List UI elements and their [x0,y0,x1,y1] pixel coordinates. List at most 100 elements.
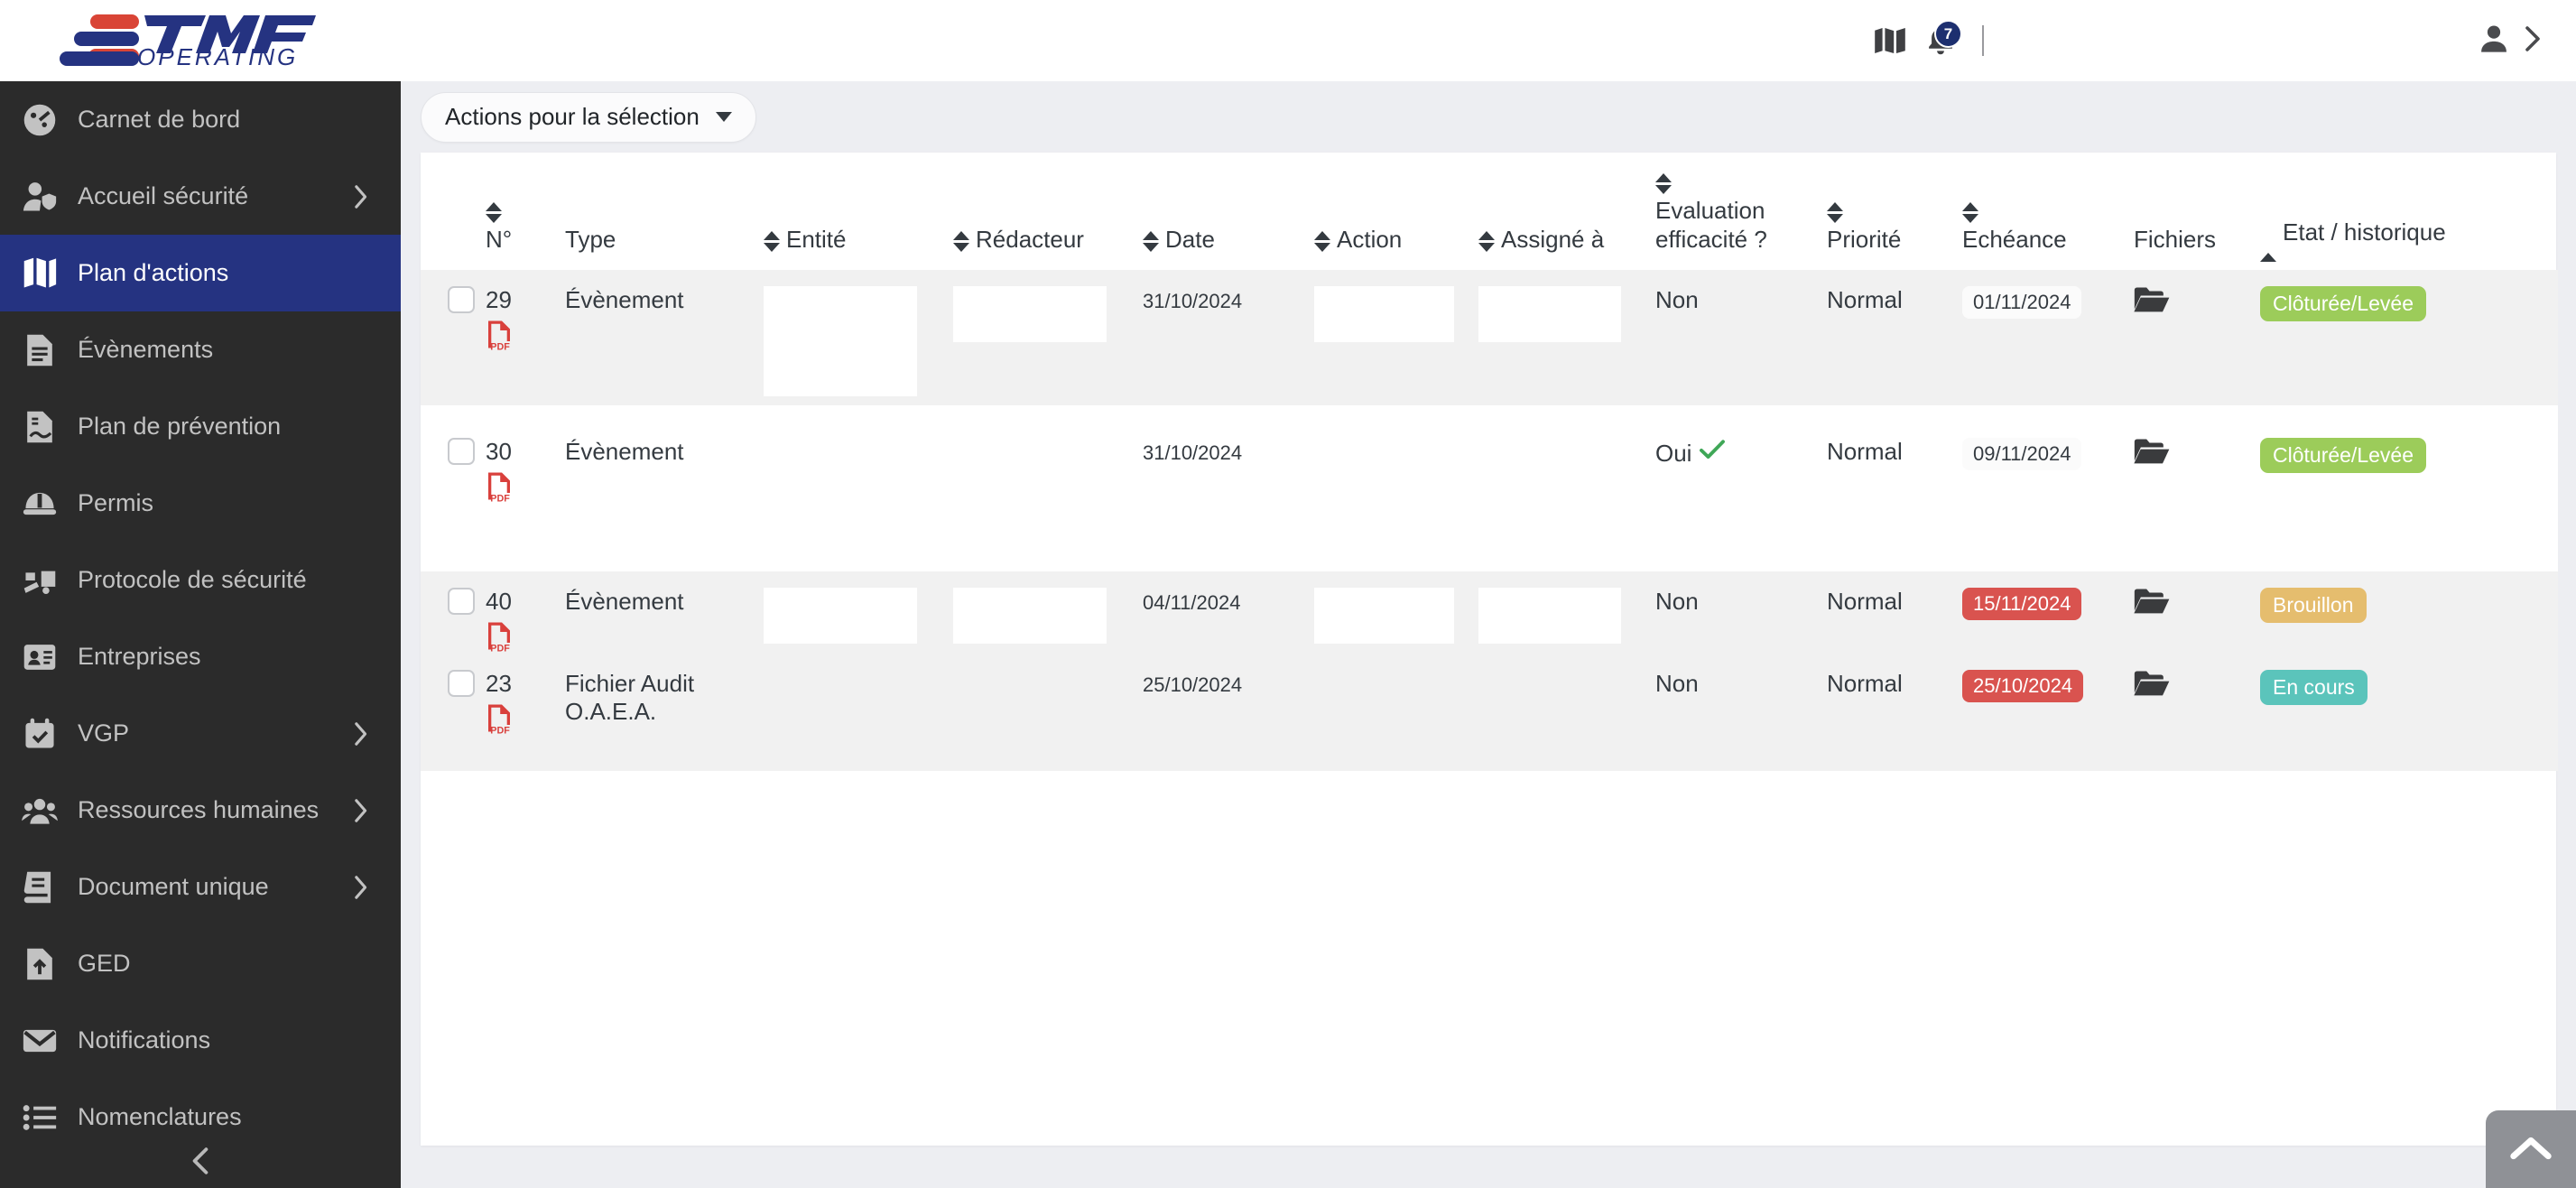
cell-fichiers[interactable] [2134,571,2260,654]
sidebar-item-protocole-de-s-curit[interactable]: Protocole de sécurité [0,542,401,618]
pdf-icon[interactable]: PDF [486,320,513,352]
cell-etat: Brouillon [2260,571,2558,654]
column-header-num[interactable]: N° [486,153,565,270]
echeance-chip: 15/11/2024 [1962,588,2082,620]
table-body: 29 PDF Évènement 31/10/2024 Non Normal 01/11/2… [421,270,2558,771]
sidebar-item-label: Protocole de sécurité [78,566,307,593]
cell-echeance: 01/11/2024 [1962,270,2134,405]
actions-table-card: N° Type Entité Rédacteur Date Action Assigné à… [421,153,2558,1146]
sort-icon[interactable] [1143,230,1159,252]
cell-fichiers[interactable] [2134,422,2260,555]
row-number: 29 [486,286,512,313]
cell-priorite: Normal [1827,270,1962,405]
sidebar-item-nomenclatures[interactable]: Nomenclatures [0,1079,401,1156]
row-select-cell[interactable] [421,422,486,555]
cell-type: Évènement [565,422,764,555]
sidebar-item-plan-de-pr-vention[interactable]: Plan de prévention [0,388,401,465]
table-row[interactable]: 30 PDF Évènement 31/10/2024 Oui Normal 09/11/2… [421,422,2558,555]
sidebar-item-document-unique[interactable]: Document unique [0,849,401,925]
column-header-eval[interactable]: Evaluation efficacité ? [1655,153,1827,270]
sidebar-item-vgp[interactable]: VGP [0,695,401,772]
folder-open-icon[interactable] [2134,438,2170,465]
table-row[interactable]: 40 PDF Évènement 04/11/2024 Non Normal 15/11/2… [421,571,2558,654]
cell-evaluation: Oui [1655,422,1827,555]
row-separator [421,405,2558,422]
sidebar-collapse-button[interactable] [0,1146,401,1175]
sidebar-item-v-nements[interactable]: Évènements [0,311,401,388]
column-header-redac[interactable]: Rédacteur [953,153,1143,270]
sidebar-item-carnet-de-bord[interactable]: Carnet de bord [0,81,401,158]
folder-open-icon[interactable] [2134,286,2170,313]
folder-open-icon[interactable] [2134,588,2170,615]
row-select-cell[interactable] [421,270,486,405]
sort-icon[interactable] [1314,230,1330,252]
cell-assigne [1478,571,1655,654]
column-header-label: Rédacteur [976,225,1084,253]
sort-asc-icon [953,230,969,240]
bulk-actions-dropdown[interactable]: Actions pour la sélection [421,91,756,143]
row-checkbox[interactable] [448,438,475,465]
sidebar-item-label: Ressources humaines [78,796,320,823]
column-header-label: Priorité [1827,225,1902,253]
sidebar-item-ged[interactable]: GED [0,925,401,1002]
sidebar-item-ressources-humaines[interactable]: Ressources humaines [0,772,401,849]
sidebar-item-accueil-s-curit[interactable]: Accueil sécurité [0,158,401,235]
column-header-eche[interactable]: Echéance [1962,153,2134,270]
app-logo[interactable]: OPERATING [0,0,401,81]
cell-number: 23 PDF [486,654,565,771]
column-header-etat[interactable]: Etat / historique [2260,153,2558,270]
pdf-icon[interactable]: PDF [486,471,513,504]
svg-text:PDF: PDF [490,725,510,736]
row-number: 23 [486,670,512,697]
chevron-right-icon [350,875,370,900]
sort-icon[interactable] [953,230,969,252]
pdf-icon[interactable]: PDF [486,703,513,736]
sort-icon[interactable] [1478,230,1495,252]
sort-icon[interactable] [1962,201,1978,223]
row-select-cell[interactable] [421,654,486,771]
redacted-value [953,286,1107,342]
dashboard-icon [20,102,60,138]
sort-asc-icon [1314,230,1330,240]
column-header-prio[interactable]: Priorité [1827,153,1962,270]
sort-icon[interactable] [1827,201,1843,223]
row-select-cell[interactable] [421,571,486,654]
row-checkbox[interactable] [448,670,475,697]
sort-icon[interactable] [764,230,780,252]
column-header-entite[interactable]: Entité [764,153,953,270]
bell-icon[interactable]: 7 [1915,15,1966,66]
cell-fichiers[interactable] [2134,654,2260,771]
cell-action [1314,422,1478,555]
sidebar-item-label: Accueil sécurité [78,182,249,209]
table-row[interactable]: 23 PDF Fichier Audit O.A.E.A. 25/10/2024 Non… [421,654,2558,771]
sidebar-item-entreprises[interactable]: Entreprises [0,618,401,695]
column-header-date[interactable]: Date [1143,153,1314,270]
row-checkbox[interactable] [448,588,475,615]
chevron-right-icon [350,798,370,823]
cell-fichiers[interactable] [2134,270,2260,405]
cell-date: 25/10/2024 [1143,654,1314,771]
cell-assigne [1478,654,1655,771]
row-checkbox[interactable] [448,286,475,313]
scroll-to-top-button[interactable] [2486,1110,2576,1188]
column-header-check [421,153,486,270]
column-header-action[interactable]: Action [1314,153,1478,270]
sort-icon-active[interactable] [2260,226,2276,262]
evaluation-value: Non [1655,670,1699,697]
sort-icon[interactable] [486,201,502,223]
user-menu[interactable] [2479,23,2544,59]
sort-desc-icon [1655,184,1672,194]
folder-open-icon[interactable] [2134,670,2170,697]
document-lines-icon [20,332,60,368]
sort-icon[interactable] [1655,172,1672,194]
id-card-icon [20,639,60,675]
column-header-label: Type [565,225,616,253]
cell-redacteur [953,654,1143,771]
map-icon[interactable] [1865,15,1915,66]
pdf-icon[interactable]: PDF [486,621,513,654]
table-row[interactable]: 29 PDF Évènement 31/10/2024 Non Normal 01/11/2… [421,270,2558,405]
sidebar-item-permis[interactable]: Permis [0,465,401,542]
sidebar-item-notifications[interactable]: Notifications [0,1002,401,1079]
column-header-assig[interactable]: Assigné à [1478,153,1655,270]
sidebar-item-plan-d-actions[interactable]: Plan d'actions [0,235,401,311]
